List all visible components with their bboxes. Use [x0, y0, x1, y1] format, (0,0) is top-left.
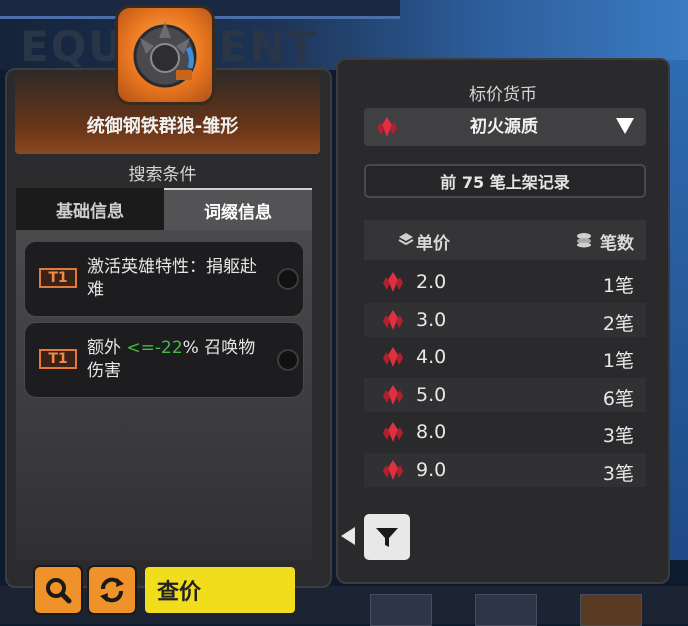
affix-range: <=-22: [126, 338, 183, 358]
unit-price: 4.0: [416, 346, 447, 368]
affix-text: 额外 <=-22% 召唤物伤害: [87, 337, 267, 383]
query-price-button[interactable]: 查价: [145, 567, 295, 613]
magnifier-icon: [46, 578, 72, 604]
filter-button[interactable]: [364, 514, 410, 560]
price-row[interactable]: 8.0 3笔: [364, 415, 646, 449]
listing-count: 3笔: [602, 462, 634, 485]
crystal-icon: [383, 422, 403, 442]
unit-price: 3.0: [416, 308, 447, 331]
unit-price: 9.0: [416, 458, 447, 481]
listing-count: 1笔: [602, 350, 634, 372]
tier-badge: T1: [39, 268, 77, 288]
price-column-header: 单价: [416, 234, 450, 254]
crystal-icon: [383, 272, 403, 292]
listing-count: 2笔: [602, 312, 634, 335]
stack-icon: [398, 233, 414, 246]
affix-text: 激活英雄特性：捐躯赴难: [87, 257, 257, 300]
listing-count: 6笔: [602, 387, 634, 410]
affix-radio[interactable]: [277, 268, 299, 290]
crystal-icon: [383, 459, 403, 480]
listing-count: 3笔: [602, 425, 634, 447]
affix-row[interactable]: T1 额外 <=-22% 召唤物伤害: [24, 322, 304, 398]
bottom-slot[interactable]: [475, 594, 537, 626]
crystal-icon: [383, 309, 403, 330]
currency-name: 初火源质: [470, 117, 538, 137]
tab-basic-info[interactable]: 基础信息: [16, 188, 164, 230]
listing-count: 1笔: [602, 275, 634, 297]
chevron-down-icon: [616, 118, 634, 134]
crystal-icon: [383, 347, 403, 367]
steel-wolf-emblem-icon: [118, 8, 212, 102]
collapse-arrow-icon[interactable]: [341, 527, 355, 545]
currency-select[interactable]: 初火源质: [364, 108, 646, 146]
unit-price: 5.0: [416, 383, 447, 406]
count-column-header: 笔数: [600, 234, 634, 254]
funnel-icon: [376, 528, 398, 547]
item-name: 统御钢铁群狼-雏形: [86, 116, 239, 137]
affix-radio[interactable]: [277, 349, 299, 371]
records-summary: 前 75 笔上架记录: [364, 164, 646, 198]
unit-price: 2.0: [416, 271, 447, 293]
crystal-icon: [377, 117, 397, 137]
unit-price: 8.0: [416, 421, 447, 443]
crystal-icon: [383, 384, 403, 405]
price-row[interactable]: 2.0 1笔: [364, 265, 646, 299]
search-conditions-title: 搜索条件: [128, 165, 197, 185]
price-row[interactable]: 3.0 2笔: [364, 302, 646, 337]
tier-badge: T1: [39, 349, 77, 369]
bottom-slot[interactable]: [580, 594, 642, 626]
refresh-button[interactable]: [89, 567, 135, 613]
price-row[interactable]: 9.0 3笔: [364, 452, 646, 487]
search-button[interactable]: [35, 567, 81, 613]
coins-icon: [577, 233, 591, 248]
tab-affix-info[interactable]: 词缀信息: [164, 188, 312, 230]
bottom-slot[interactable]: [370, 594, 432, 626]
currency-label: 标价货币: [469, 85, 537, 105]
price-table-header: 单价 笔数: [364, 220, 646, 260]
affix-prefix: 额外: [87, 338, 127, 358]
affix-row[interactable]: T1 激活英雄特性：捐躯赴难: [24, 241, 304, 317]
price-row[interactable]: 5.0 6笔: [364, 377, 646, 412]
refresh-icon: [100, 577, 124, 603]
price-row[interactable]: 4.0 1笔: [364, 340, 646, 374]
